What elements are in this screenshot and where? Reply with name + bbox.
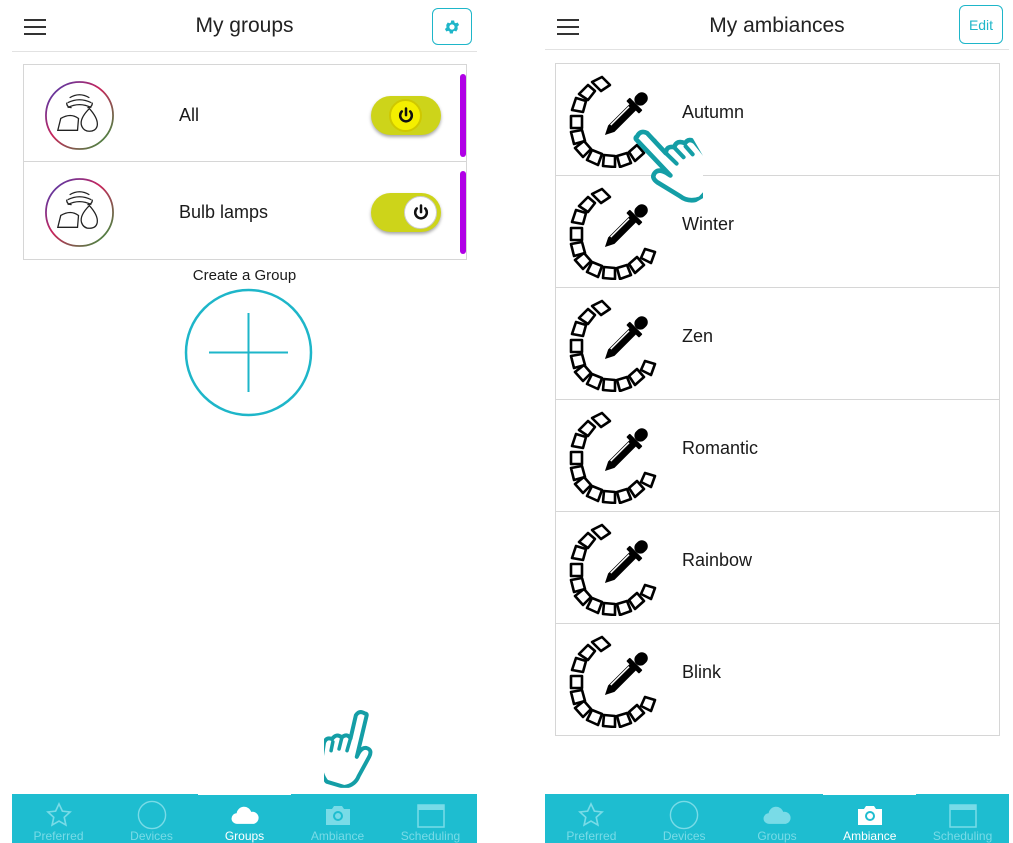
group-label: All <box>179 105 200 125</box>
tab-devices[interactable]: Devices <box>638 794 731 843</box>
groups-header: My groups <box>12 0 477 52</box>
ambiance-row-zen[interactable]: Zen <box>556 288 999 400</box>
ambiance-label: Winter <box>682 214 735 234</box>
tab-preferred[interactable]: Preferred <box>12 794 105 843</box>
tab-preferred[interactable]: Preferred <box>545 794 638 843</box>
tab-groups[interactable]: Groups <box>731 794 824 843</box>
lamps-group-icon <box>43 79 116 152</box>
pointer-hand-icon <box>631 118 703 213</box>
ambiance-row-rainbow[interactable]: Rainbow <box>556 512 999 624</box>
tab-bar: Preferred Devices Groups Ambiance Schedu… <box>12 791 477 843</box>
circle-icon <box>669 800 699 830</box>
camera-icon <box>855 801 885 829</box>
ambiances-screen: My ambiances Edit Autumn Winter Zen Roma… <box>545 0 1009 843</box>
create-group-button[interactable] <box>184 288 313 417</box>
cloud-icon <box>230 801 260 829</box>
group-color-bar <box>460 171 466 254</box>
plus-icon <box>184 288 313 417</box>
tab-scheduling[interactable]: Scheduling <box>384 794 477 843</box>
ambiances-header: My ambiances Edit <box>545 0 1009 50</box>
tab-ambiance[interactable]: Ambiance <box>823 791 917 843</box>
group-row-bulb-lamps[interactable]: Bulb lamps <box>24 162 466 259</box>
tab-scheduling[interactable]: Scheduling <box>916 794 1009 843</box>
page-title: My ambiances <box>709 14 845 37</box>
group-row-all[interactable]: All <box>24 65 466 162</box>
tab-bar: Preferred Devices Groups Ambiance Schedu… <box>545 791 1009 843</box>
tab-devices[interactable]: Devices <box>105 794 198 843</box>
color-picker-icon <box>568 522 662 616</box>
color-picker-icon <box>568 298 662 392</box>
calendar-icon <box>948 801 978 829</box>
group-color-bar <box>460 74 466 157</box>
power-toggle-bulb-lamps[interactable] <box>371 193 441 232</box>
camera-icon <box>323 801 353 829</box>
create-group-label: Create a Group <box>192 267 297 284</box>
power-icon <box>389 99 422 132</box>
ambiance-row-winter[interactable]: Winter <box>556 176 999 288</box>
settings-button[interactable] <box>432 8 472 45</box>
tab-ambiance[interactable]: Ambiance <box>291 794 384 843</box>
ambiance-list: Autumn Winter Zen Romantic Rainbow Blink <box>555 63 1000 736</box>
active-tab-indicator <box>823 791 917 795</box>
ambiance-label: Romantic <box>682 438 759 458</box>
color-picker-icon <box>568 634 662 728</box>
group-list: All Bulb lamps <box>23 64 467 260</box>
color-picker-icon <box>568 410 662 504</box>
cloud-icon <box>762 801 792 829</box>
tab-groups[interactable]: Groups <box>198 791 291 843</box>
star-icon <box>576 801 606 829</box>
group-label: Bulb lamps <box>179 202 269 222</box>
ambiance-label: Zen <box>682 326 714 346</box>
star-icon <box>44 801 74 829</box>
ambiance-row-autumn[interactable]: Autumn <box>556 64 999 176</box>
active-tab-indicator <box>198 791 291 795</box>
ambiance-label: Blink <box>682 662 722 682</box>
gear-icon <box>444 19 460 34</box>
power-icon <box>404 196 437 229</box>
page-title: My groups <box>195 14 294 37</box>
lamps-group-icon <box>43 176 116 249</box>
pointer-hand-icon <box>324 702 386 794</box>
ambiance-label: Rainbow <box>682 550 753 570</box>
power-toggle-all[interactable] <box>371 96 441 135</box>
edit-button[interactable]: Edit <box>959 5 1003 44</box>
circle-icon <box>137 800 167 830</box>
calendar-icon <box>416 801 446 829</box>
ambiance-row-blink[interactable]: Blink <box>556 624 999 735</box>
ambiance-row-romantic[interactable]: Romantic <box>556 400 999 512</box>
groups-screen: My groups All Bulb lamps Create a Group … <box>12 0 477 843</box>
